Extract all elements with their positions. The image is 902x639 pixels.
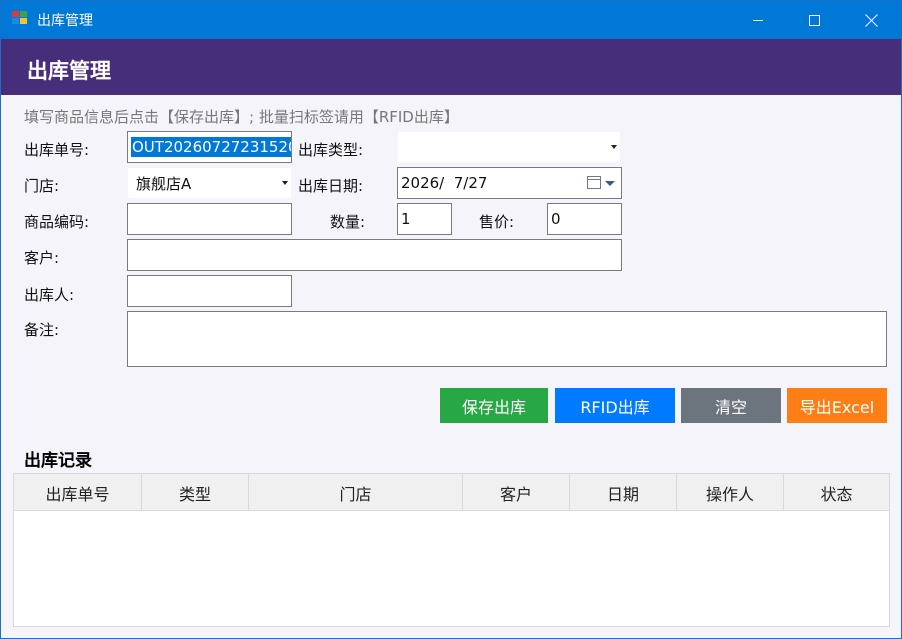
price-input[interactable]: 0: [547, 203, 622, 235]
column-header[interactable]: 出库单号: [14, 474, 142, 511]
app-icon: [12, 11, 30, 27]
qty-label: 数量:: [330, 213, 366, 231]
maximize-icon: [808, 14, 820, 26]
column-header[interactable]: 日期: [570, 474, 677, 511]
remark-textarea[interactable]: [127, 311, 887, 367]
date-picker[interactable]: 2026/ 7/27: [397, 167, 622, 199]
column-header[interactable]: 状态: [784, 474, 889, 511]
sku-label: 商品编码:: [24, 213, 90, 231]
close-icon: [865, 14, 878, 27]
store-label: 门店:: [24, 177, 60, 195]
chevron-down-icon: [611, 145, 617, 149]
title-bar: 出库管理: [1, 1, 901, 39]
header-band: 出库管理: [1, 39, 901, 95]
page-title: 出库管理: [27, 59, 111, 83]
type-select[interactable]: [397, 131, 621, 163]
save-outbound-button[interactable]: 保存出库: [440, 388, 548, 423]
rfid-outbound-button[interactable]: RFID出库: [555, 388, 675, 423]
minimize-button[interactable]: [730, 1, 786, 39]
clear-button[interactable]: 清空: [681, 388, 781, 423]
order-no-label: 出库单号:: [24, 141, 90, 159]
column-header[interactable]: 门店: [249, 474, 463, 511]
chevron-down-icon: [282, 181, 288, 185]
order-no-value: OUT20260727231520: [131, 137, 291, 157]
export-excel-button[interactable]: 导出Excel: [787, 388, 887, 423]
customer-input[interactable]: [127, 239, 622, 271]
store-select[interactable]: 旗舰店A: [127, 167, 292, 199]
minimize-icon: [753, 19, 763, 21]
close-button[interactable]: [843, 1, 899, 39]
chevron-down-icon: [605, 181, 615, 186]
price-value: 0: [551, 210, 561, 228]
sku-input[interactable]: [127, 203, 292, 235]
app-window: 出库管理 出库管理 填写商品信息后点击【保存出库】; 批量扫标签请用【RFID出…: [0, 0, 902, 639]
remark-label: 备注:: [24, 321, 60, 339]
order-no-field[interactable]: OUT20260727231520: [127, 131, 292, 163]
store-value: 旗舰店A: [136, 174, 192, 193]
type-label: 出库类型:: [298, 141, 364, 159]
customer-label: 客户:: [24, 249, 60, 267]
date-label: 出库日期:: [298, 177, 364, 195]
column-header[interactable]: 客户: [463, 474, 570, 511]
qty-value: 1: [401, 210, 411, 228]
price-label: 售价:: [479, 213, 515, 231]
records-table[interactable]: 出库单号 类型 门店 客户 日期 操作人 状态: [13, 473, 890, 627]
operator-input[interactable]: [127, 275, 292, 307]
column-header[interactable]: 类型: [142, 474, 249, 511]
window-title: 出库管理: [37, 13, 93, 29]
maximize-button[interactable]: [786, 1, 842, 39]
operator-label: 出库人:: [24, 286, 75, 304]
table-header: 出库单号 类型 门店 客户 日期 操作人 状态: [14, 474, 889, 511]
calendar-icon: [587, 176, 601, 189]
column-header[interactable]: 操作人: [677, 474, 784, 511]
qty-input[interactable]: 1: [397, 203, 452, 235]
date-value: 2026/ 7/27: [401, 174, 488, 192]
instruction-hint: 填写商品信息后点击【保存出库】; 批量扫标签请用【RFID出库】: [24, 108, 459, 126]
records-title: 出库记录: [24, 451, 92, 471]
